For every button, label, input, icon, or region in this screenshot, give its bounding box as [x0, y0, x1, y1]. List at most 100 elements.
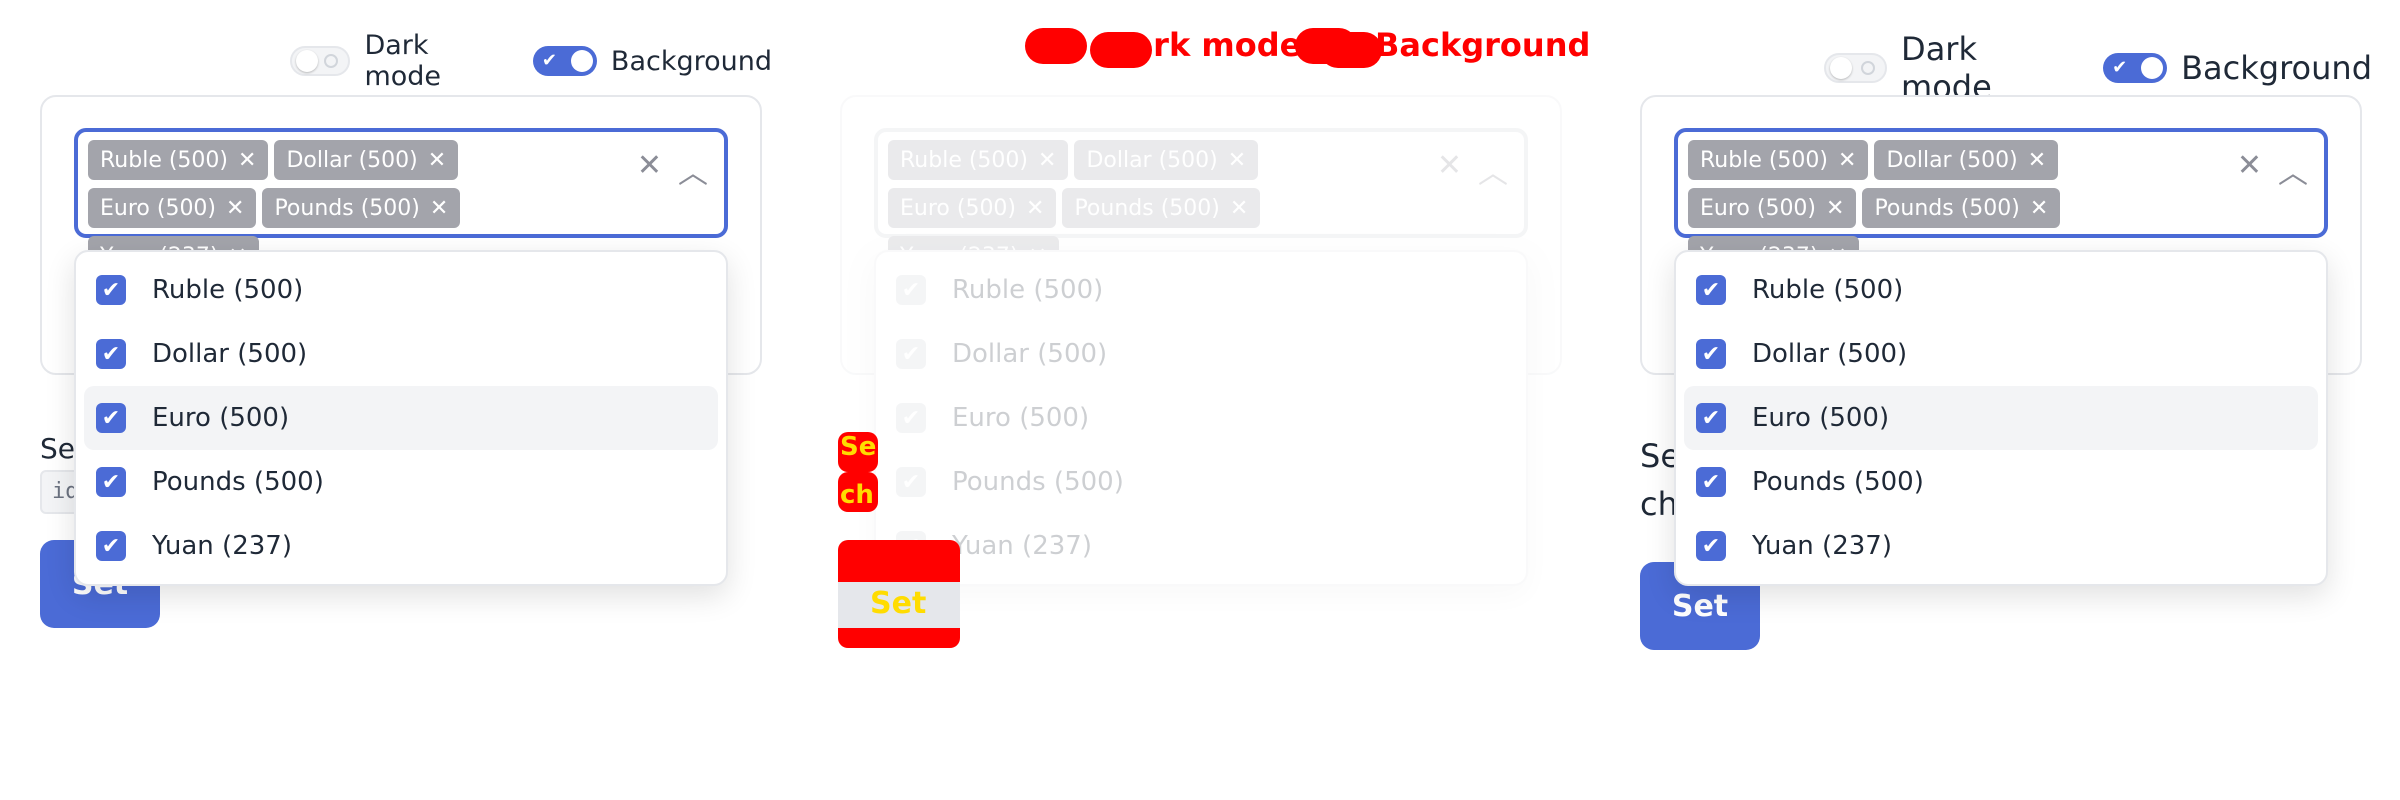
- close-icon[interactable]: ✕: [1838, 148, 1856, 173]
- multiselect-input[interactable]: Ruble (500) ✕ Dollar (500) ✕ Euro (500) ✕ Poun…: [74, 128, 728, 276]
- chip-label: Euro (500): [100, 195, 217, 221]
- highlight-toggle: [1025, 28, 1087, 64]
- dropdown-menu: ✔ Ruble (500) ✔ Dollar (500) ✔ Euro (500) ✔…: [1674, 250, 2328, 586]
- option-pounds[interactable]: ✔ Pounds (500): [884, 450, 1518, 514]
- option-dollar[interactable]: ✔ Dollar (500): [1684, 322, 2318, 386]
- toggle-knob: [570, 50, 593, 72]
- option-label: Dollar (500): [152, 339, 308, 369]
- check-icon[interactable]: ✔: [896, 275, 926, 305]
- check-icon[interactable]: ✔: [96, 531, 126, 561]
- highlight-dark-mode-label: Dark mode: [1105, 26, 1302, 64]
- option-label: Euro (500): [952, 403, 1090, 433]
- check-icon[interactable]: ✔: [896, 467, 926, 497]
- option-label: Pounds (500): [152, 467, 324, 497]
- background-toggle-group[interactable]: ✔ Background: [532, 45, 772, 77]
- chip: Euro (500) ✕: [888, 188, 1057, 228]
- clear-all-icon[interactable]: ✕: [2237, 148, 2262, 183]
- check-icon[interactable]: ✔: [1696, 467, 1726, 497]
- dropdown-menu: ✔ Ruble (500) ✔ Dollar (500) ✔ Euro (500) ✔…: [874, 250, 1528, 586]
- option-label: Dollar (500): [952, 339, 1108, 369]
- chip: Ruble (500) ✕: [888, 140, 1069, 180]
- close-icon[interactable]: ✕: [2030, 196, 2048, 221]
- chip: Dollar (500) ✕: [1074, 140, 1259, 180]
- option-label: Pounds (500): [1752, 467, 1924, 497]
- chip: Ruble (500) ✕: [88, 140, 269, 180]
- option-euro[interactable]: ✔ Euro (500): [884, 386, 1518, 450]
- option-ruble[interactable]: ✔ Ruble (500): [884, 258, 1518, 322]
- option-pounds[interactable]: ✔ Pounds (500): [84, 450, 718, 514]
- clear-all-icon[interactable]: ✕: [637, 148, 662, 183]
- close-icon[interactable]: ✕: [1230, 196, 1248, 221]
- background-toggle[interactable]: ✔: [2103, 53, 2168, 83]
- chip: Pounds (500) ✕: [1862, 188, 2061, 228]
- chip-label: Euro (500): [1700, 195, 1817, 221]
- chip-label: Ruble (500): [900, 147, 1029, 173]
- option-dollar[interactable]: ✔ Dollar (500): [84, 322, 718, 386]
- dark-mode-toggle[interactable]: [1824, 53, 1888, 83]
- chip: Euro (500) ✕: [1688, 188, 1857, 228]
- close-icon[interactable]: ✕: [430, 196, 448, 221]
- background-toggle[interactable]: ✔: [532, 46, 597, 76]
- toggle-knob: [2141, 57, 2164, 79]
- chip-label: Pounds (500): [1874, 195, 2020, 221]
- highlight-toggle: [1320, 32, 1382, 68]
- background-label: Background: [610, 45, 772, 77]
- chevron-up-icon[interactable]: ︿: [1478, 148, 1508, 192]
- option-pounds[interactable]: ✔ Pounds (500): [1684, 450, 2318, 514]
- chip-label: Pounds (500): [274, 195, 420, 221]
- close-icon[interactable]: ✕: [428, 148, 446, 173]
- close-icon[interactable]: ✕: [238, 148, 256, 173]
- check-icon[interactable]: ✔: [896, 339, 926, 369]
- close-icon[interactable]: ✕: [1038, 148, 1056, 173]
- option-label: Yuan (237): [152, 531, 292, 561]
- toggle-row: Dark mode ✔ Background: [290, 30, 800, 92]
- option-dollar[interactable]: ✔ Dollar (500): [884, 322, 1518, 386]
- close-icon[interactable]: ✕: [226, 196, 244, 221]
- option-ruble[interactable]: ✔ Ruble (500): [84, 258, 718, 322]
- chip: Pounds (500) ✕: [262, 188, 461, 228]
- option-yuan[interactable]: ✔ Yuan (237): [84, 514, 718, 578]
- close-icon[interactable]: ✕: [1826, 196, 1844, 221]
- circle-icon: [1861, 61, 1876, 75]
- chip-label: Dollar (500): [286, 147, 418, 173]
- clear-all-icon[interactable]: ✕: [1437, 148, 1462, 183]
- check-icon[interactable]: ✔: [896, 403, 926, 433]
- check-icon[interactable]: ✔: [1696, 403, 1726, 433]
- chip: Dollar (500) ✕: [274, 140, 459, 180]
- option-yuan[interactable]: ✔Yuan (237): [884, 514, 1518, 578]
- multiselect-input[interactable]: Ruble (500) ✕ Dollar (500) ✕ Euro (500) ✕ Poun…: [874, 128, 1528, 276]
- option-ruble[interactable]: ✔ Ruble (500): [1684, 258, 2318, 322]
- close-icon[interactable]: ✕: [2028, 148, 2046, 173]
- option-euro[interactable]: ✔ Euro (500): [84, 386, 718, 450]
- toggle-knob: [296, 50, 318, 72]
- option-euro[interactable]: ✔ Euro (500): [1684, 386, 2318, 450]
- dark-mode-toggle-group[interactable]: Dark mode: [290, 30, 505, 92]
- circle-icon: [324, 54, 339, 68]
- chip: Euro (500) ✕: [88, 188, 257, 228]
- check-icon[interactable]: ✔: [1696, 275, 1726, 305]
- dark-mode-toggle[interactable]: [290, 46, 351, 76]
- check-icon[interactable]: ✔: [96, 403, 126, 433]
- option-yuan[interactable]: ✔Yuan (237): [1684, 514, 2318, 578]
- check-icon[interactable]: ✔: [96, 339, 126, 369]
- middle-panel: Dark mode Background Ruble (500) ✕ Dollar …: [800, 0, 1600, 800]
- chip: Pounds (500) ✕: [1062, 188, 1261, 228]
- option-label: Pounds (500): [952, 467, 1124, 497]
- close-icon[interactable]: ✕: [1228, 148, 1246, 173]
- background-label: Background: [2181, 49, 2372, 87]
- multiselect-input[interactable]: Ruble (500) ✕ Dollar (500) ✕ Euro (500) ✕ Poun…: [1674, 128, 2328, 276]
- chip-label: Ruble (500): [1700, 147, 1829, 173]
- highlight-set-label-2: ch: [840, 480, 874, 510]
- chip: Ruble (500) ✕: [1688, 140, 1869, 180]
- check-icon[interactable]: ✔: [96, 467, 126, 497]
- chip-label: Euro (500): [900, 195, 1017, 221]
- background-toggle-group[interactable]: ✔ Background: [2103, 49, 2372, 87]
- chevron-up-icon[interactable]: ︿: [678, 148, 708, 192]
- check-icon[interactable]: ✔: [1696, 339, 1726, 369]
- check-icon[interactable]: ✔: [96, 275, 126, 305]
- chevron-up-icon[interactable]: ︿: [2278, 148, 2308, 192]
- highlight-background-label: Background: [1375, 26, 1591, 64]
- toggle-knob: [1830, 57, 1852, 79]
- check-icon[interactable]: ✔: [1696, 531, 1726, 561]
- close-icon[interactable]: ✕: [1026, 196, 1044, 221]
